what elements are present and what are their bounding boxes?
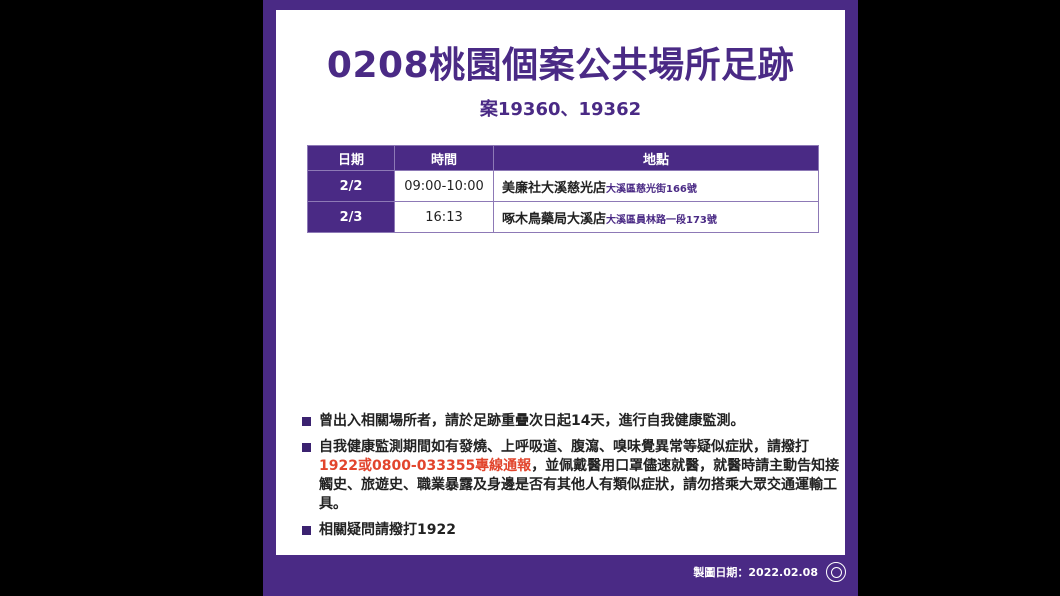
row-time: 16:13	[394, 201, 494, 233]
note-item: 自我健康監測期間如有發燒、上呼吸道、腹瀉、嗅味覺異常等疑似症狀，請撥打 1922或…	[302, 438, 842, 514]
notes-list: 曾出入相關場所者，請於足跡重疊次日起14天，進行自我健康監測。 自我健康監測期間…	[302, 412, 842, 547]
row-place: 啄木鳥藥局大溪店大溪區員林路一段173號	[493, 201, 819, 233]
table-row: 2/2 09:00-10:00 美廉社大溪慈光店大溪區慈光街166號	[307, 170, 819, 202]
table-header-row: 日期 時間 地點	[307, 145, 819, 171]
square-bullet-icon	[302, 526, 311, 535]
place-name: 美廉社大溪慈光店	[502, 180, 607, 196]
hotline-highlight: 1922或0800-033355專線通報	[319, 458, 532, 474]
header-place: 地點	[493, 145, 819, 171]
note-item: 曾出入相關場所者，請於足跡重疊次日起14天，進行自我健康監測。	[302, 412, 842, 431]
poster-card: 0208桃園個案公共場所足跡 案19360、19362 日期 時間 地點 2/2…	[276, 10, 845, 555]
note-text: 曾出入相關場所者，請於足跡重疊次日起14天，進行自我健康監測。	[319, 413, 745, 429]
city-seal-icon	[826, 562, 846, 582]
place-address: 大溪區員林路一段173號	[606, 214, 717, 226]
note-text-before: 自我健康監測期間如有發燒、上呼吸道、腹瀉、嗅味覺異常等疑似症狀，請撥打	[319, 439, 809, 455]
case-subtitle: 案19360、19362	[479, 99, 642, 120]
made-date: 製圖日期：2022.02.08	[693, 566, 818, 579]
place-address: 大溪區慈光街166號	[606, 183, 697, 195]
header-date: 日期	[307, 145, 395, 171]
square-bullet-icon	[302, 443, 311, 452]
place-name: 啄木鳥藥局大溪店	[502, 211, 607, 227]
row-date: 2/2	[307, 170, 395, 202]
row-time: 09:00-10:00	[394, 170, 494, 202]
row-place: 美廉社大溪慈光店大溪區慈光街166號	[493, 170, 819, 202]
row-date: 2/3	[307, 201, 395, 233]
note-text: 自我健康監測期間如有發燒、上呼吸道、腹瀉、嗅味覺異常等疑似症狀，請撥打 1922或…	[319, 438, 842, 514]
note-item: 相關疑問請撥打1922	[302, 521, 842, 540]
header-time: 時間	[394, 145, 494, 171]
square-bullet-icon	[302, 417, 311, 426]
page-title: 0208桃園個案公共場所足跡	[326, 45, 795, 86]
table-row: 2/3 16:13 啄木鳥藥局大溪店大溪區員林路一段173號	[307, 201, 819, 233]
poster-frame: 0208桃園個案公共場所足跡 案19360、19362 日期 時間 地點 2/2…	[263, 0, 858, 596]
venue-table: 日期 時間 地點 2/2 09:00-10:00 美廉社大溪慈光店大溪區慈光街1…	[307, 145, 819, 233]
note-text: 相關疑問請撥打1922	[319, 522, 456, 538]
